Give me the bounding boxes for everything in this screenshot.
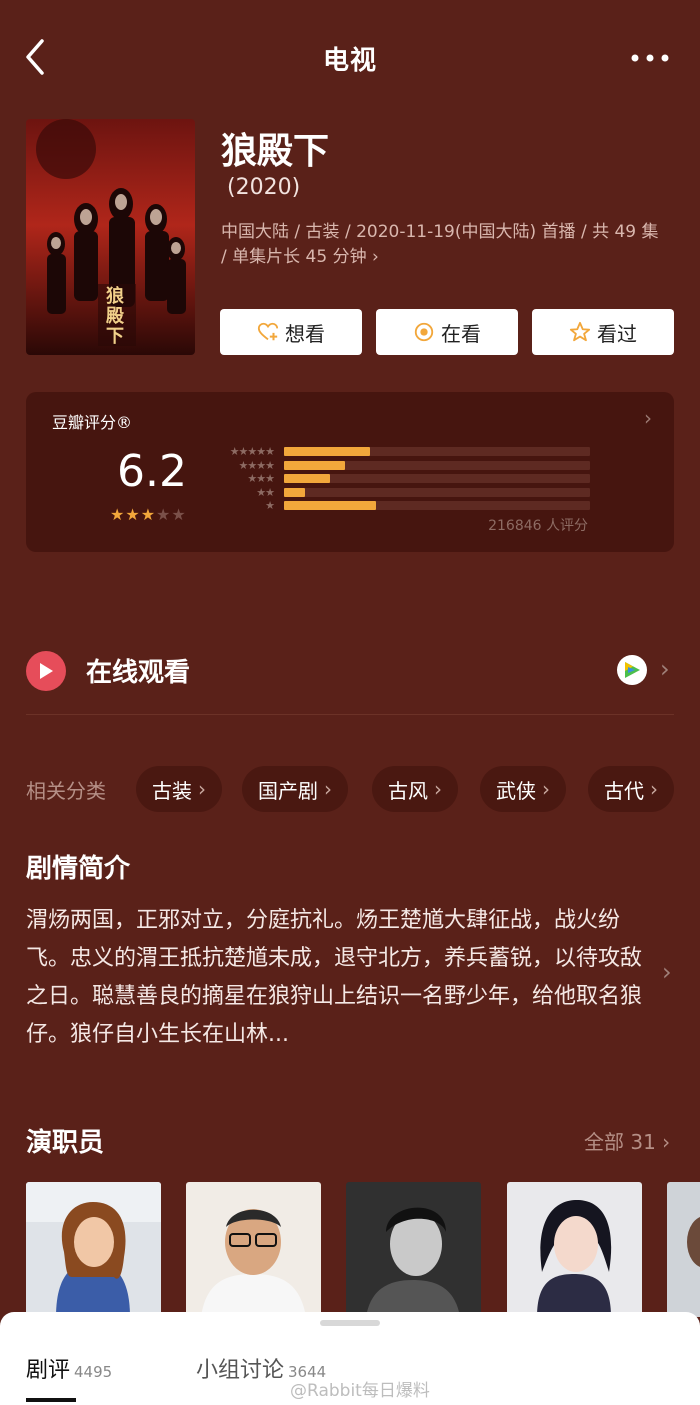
chevron-right-icon: › bbox=[434, 777, 442, 801]
active-tab-indicator bbox=[26, 1398, 76, 1402]
star-filled-icon: ★ bbox=[125, 505, 141, 524]
category-label: 相关分类 bbox=[26, 779, 106, 803]
chevron-right-icon: › bbox=[198, 777, 206, 801]
video-platform-icon[interactable] bbox=[617, 655, 647, 685]
tab-reviews[interactable]: 剧评 4495 bbox=[26, 1352, 112, 1384]
watching-label: 在看 bbox=[441, 321, 481, 346]
chevron-right-icon[interactable]: › bbox=[662, 958, 672, 986]
synopsis-title: 剧情简介 bbox=[26, 854, 131, 884]
show-year: (2020) bbox=[227, 175, 301, 200]
distribution-bar-track bbox=[284, 460, 590, 470]
rating-score: 6.2 bbox=[117, 446, 187, 497]
star-outline-icon bbox=[569, 321, 591, 342]
show-meta-info[interactable]: 中国大陆 / 古装 / 2020-11-19(中国大陆) 首播 / 共 49 集… bbox=[221, 220, 669, 270]
more-options-icon[interactable] bbox=[630, 50, 670, 64]
chevron-right-icon: › bbox=[644, 406, 652, 430]
chevron-right-icon: › bbox=[542, 777, 550, 801]
cast-photo[interactable] bbox=[507, 1182, 642, 1317]
watched-button[interactable]: 看过 bbox=[532, 309, 674, 355]
star-filled-icon: ★ bbox=[110, 505, 126, 524]
category-chip[interactable]: 国产剧 › bbox=[242, 766, 348, 812]
synopsis-text[interactable]: 渭炀两国，正邪对立，分庭抗礼。炀王楚馗大肆征战，战火纷飞。忠义的渭王抵抗楚馗未成… bbox=[26, 902, 656, 1054]
watching-button[interactable]: 在看 bbox=[376, 309, 518, 355]
cast-photo[interactable] bbox=[26, 1182, 161, 1317]
category-chip[interactable]: 古风 › bbox=[372, 766, 458, 812]
distribution-stars-label: ★★ bbox=[256, 485, 275, 499]
header-bar: 电视 bbox=[0, 0, 700, 112]
cast-photo[interactable] bbox=[346, 1182, 481, 1317]
distribution-stars-label: ★ bbox=[265, 499, 275, 512]
category-chip[interactable]: 古装 › bbox=[136, 766, 222, 812]
online-watch-label[interactable]: 在线观看 bbox=[86, 652, 190, 689]
distribution-bar-fill bbox=[284, 474, 330, 483]
cast-view-all-link[interactable]: 全部 31 › bbox=[584, 1126, 670, 1155]
distribution-bar-track bbox=[284, 474, 590, 483]
chevron-right-icon: › bbox=[324, 777, 332, 801]
tab-reviews-count: 4495 bbox=[74, 1363, 113, 1381]
want-to-watch-label: 想看 bbox=[285, 321, 325, 346]
distribution-stars-label: ★★★★★ bbox=[229, 445, 275, 458]
distribution-bar-fill bbox=[284, 487, 305, 497]
tab-group-discussion-label: 小组讨论 bbox=[196, 1358, 285, 1383]
star-filled-icon: ★ bbox=[140, 505, 157, 524]
distribution-stars-label: ★★★ bbox=[247, 472, 275, 485]
distribution-bar-fill bbox=[284, 460, 345, 470]
distribution-bar-track bbox=[284, 501, 590, 510]
star-empty-icon: ★ bbox=[156, 505, 172, 524]
cast-photo[interactable] bbox=[186, 1182, 321, 1317]
chevron-right-icon: › bbox=[650, 777, 658, 801]
heart-plus-icon bbox=[257, 322, 279, 341]
want-to-watch-button[interactable]: 想看 bbox=[220, 309, 362, 355]
poster-title: 狼殿下 bbox=[106, 286, 124, 347]
rating-stars: ★★★★★ bbox=[110, 505, 187, 524]
category-chip[interactable]: 古代 › bbox=[588, 766, 674, 812]
tab-reviews-label: 剧评 bbox=[26, 1358, 71, 1383]
drag-handle[interactable] bbox=[320, 1320, 380, 1326]
distribution-bar-fill bbox=[284, 501, 376, 510]
distribution-bar-fill bbox=[284, 447, 370, 456]
show-poster[interactable]: 狼殿下 bbox=[26, 119, 195, 355]
douban-rating-card[interactable]: 豆瓣评分® › 6.2 ★★★★★ ★★★★★ ★★★★ ★★★ ★★ ★ 216846… bbox=[26, 392, 674, 552]
cast-title: 演职员 bbox=[26, 1128, 105, 1158]
distribution-bar-track bbox=[284, 487, 590, 497]
cast-photo[interactable] bbox=[667, 1182, 700, 1317]
bottom-sheet: 剧评 4495 小组讨论 3644 @Rabbit每日爆料 bbox=[0, 1312, 700, 1405]
page-title: 电视 bbox=[322, 46, 377, 76]
rating-label: 豆瓣评分® bbox=[52, 413, 133, 432]
play-icon[interactable] bbox=[26, 651, 66, 691]
divider bbox=[26, 714, 674, 715]
category-chip[interactable]: 武侠 › bbox=[480, 766, 566, 812]
star-empty-icon: ★ bbox=[171, 505, 187, 524]
distribution-stars-label: ★★★★ bbox=[238, 458, 275, 472]
show-title: 狼殿下 bbox=[221, 131, 330, 172]
rating-count: 216846 人评分 bbox=[488, 518, 588, 534]
distribution-bar-track bbox=[284, 447, 590, 456]
chevron-right-icon[interactable]: › bbox=[660, 655, 670, 683]
watched-label: 看过 bbox=[597, 321, 637, 346]
target-icon bbox=[414, 322, 434, 342]
watermark: @Rabbit每日爆料 bbox=[290, 1381, 430, 1401]
